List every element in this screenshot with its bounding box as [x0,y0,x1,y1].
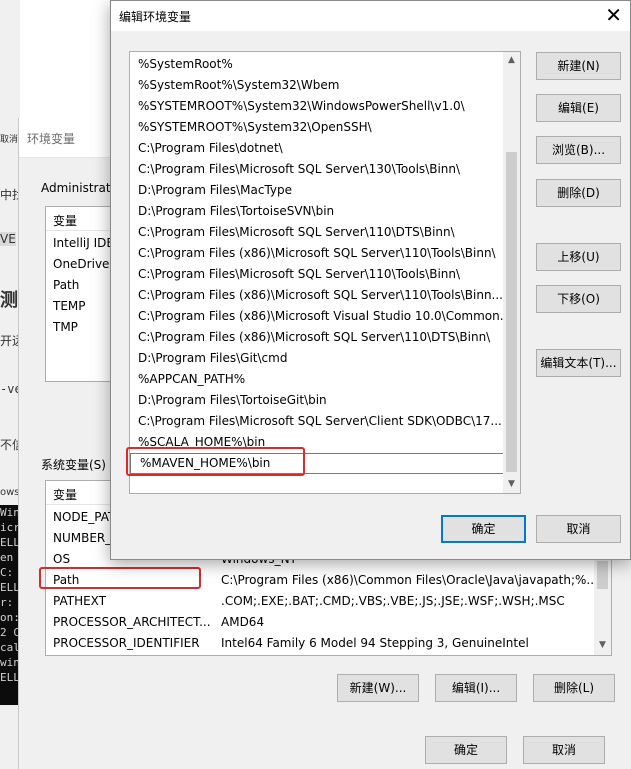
scroll-down-icon[interactable]: ▼ [503,476,520,493]
path-entries-list[interactable]: %SystemRoot% %SystemRoot%\System32\Wbem … [129,51,521,494]
path-entry[interactable]: %APPCAN_PATH% [130,369,504,390]
user-vars-list[interactable]: 变量 IntelliJ IDE OneDrive Path TEMP TMP [45,206,115,382]
console-window: Win icr ELL en C: ELL r: E on: 2 C: cal … [0,505,20,705]
user-var-name: TEMP [53,299,86,313]
edit-dialog-title: 编辑环境变量 [119,10,192,24]
path-entry[interactable]: %SYSTEMROOT%\System32\WindowsPowerShell\… [130,96,504,117]
env-dialog-title: 环境变量 [27,132,76,146]
path-entry[interactable]: %SystemRoot%\System32\Wbem [130,75,504,96]
system-new-button[interactable]: 新建(W)... [337,674,419,702]
system-var-value: AMD64 [221,615,265,629]
console-line: ELL [0,671,20,684]
system-vars-header-var: 变量 [53,488,78,502]
path-entry[interactable]: %SYSTEMROOT%\System32\OpenSSH\ [130,117,504,138]
path-entry[interactable]: C:\Program Files\dotnet\ [130,138,504,159]
edit-entry-button[interactable]: 编辑(E) [536,94,621,122]
edit-environment-variable-dialog: 编辑环境变量 ✕ %SystemRoot% %SystemRoot%\Syste… [110,0,631,560]
console-line: win [0,656,20,669]
browse-button[interactable]: 浏览(B)... [536,136,621,164]
fragment-text: 取消 [0,135,19,145]
system-var-name: PROCESSOR_IDENTIFIER [53,636,200,650]
fragment-text: VE [0,232,16,246]
path-list-scroll-thumb[interactable] [506,152,517,472]
close-icon[interactable]: ✕ [605,3,622,27]
new-entry-button[interactable]: 新建(N) [536,52,621,80]
user-var-row[interactable]: IntelliJ IDE [46,233,114,254]
path-entry[interactable]: C:\Program Files (x86)\Microsoft SQL Ser… [130,285,504,306]
env-ok-button[interactable]: 确定 [425,736,507,764]
console-line: Win [0,506,20,519]
console-line: on: [0,611,20,624]
edit-text-button[interactable]: 编辑文本(T)... [536,349,621,377]
user-var-name: OneDrive [53,257,110,271]
move-down-button[interactable]: 下移(O) [536,285,621,313]
user-var-row[interactable]: TEMP [46,296,114,317]
user-var-name: IntelliJ IDE [53,236,114,250]
path-entry[interactable]: C:\Program Files\Microsoft SQL Server\Cl… [130,411,504,432]
path-entry[interactable]: D:\Program Files\TortoiseGit\bin [130,390,504,411]
console-line: r: E [0,596,20,609]
path-entry[interactable]: C:\Program Files\Microsoft SQL Server\13… [130,159,504,180]
system-vars-scroll-thumb[interactable] [597,561,608,589]
system-var-name: PATHEXT [53,594,107,608]
system-var-row[interactable]: PATHEXT .COM;.EXE;.BAT;.CMD;.VBS;.VBE;.JS… [46,591,611,612]
fragment-text: ows [0,487,20,498]
fragment-text: 测 [0,290,18,311]
path-entry[interactable]: D:\Program Files\Git\cmd [130,348,504,369]
path-entry[interactable]: D:\Program Files\TortoiseSVN\bin [130,201,504,222]
console-line: ELL [0,581,20,594]
path-entry[interactable]: C:\Program Files\Microsoft SQL Server\11… [130,264,504,285]
system-edit-button[interactable]: 编辑(I)... [435,674,517,702]
path-entry[interactable]: C:\Program Files (x86)\Microsoft Visual … [130,306,504,327]
edit-cancel-button[interactable]: 取消 [536,515,621,543]
system-vars-section-label: 系统变量(S) [41,458,106,472]
user-vars-header[interactable]: 变量 [46,207,114,231]
env-cancel-button[interactable]: 取消 [523,736,605,764]
console-line: en [0,551,14,564]
system-var-value: .COM;.EXE;.BAT;.CMD;.VBS;.VBE;.JS;.JSE;.… [221,594,565,608]
system-delete-button[interactable]: 删除(L) [533,674,615,702]
system-var-row[interactable]: PROCESSOR_ARCHITECT... AMD64 [46,612,611,633]
edit-ok-button[interactable]: 确定 [441,515,526,543]
scroll-down-icon[interactable]: ▼ [594,637,611,654]
path-entry[interactable]: C:\Program Files\Microsoft SQL Server\11… [130,222,504,243]
console-line: icr [0,521,20,534]
delete-entry-button[interactable]: 删除(D) [536,179,621,207]
user-var-row[interactable]: OneDrive [46,254,114,275]
user-var-name: TMP [53,320,78,334]
path-entry[interactable]: C:\Program Files (x86)\Microsoft SQL Ser… [130,327,504,348]
user-var-row[interactable]: Path [46,275,114,296]
system-var-row[interactable]: PROCESSOR_IDENTIFIER Intel64 Family 6 Mod… [46,633,611,654]
path-entry[interactable]: D:\Program Files\MacType [130,180,504,201]
path-highlight-box [39,567,201,589]
maven-highlight-box [126,447,305,476]
system-var-value: C:\Program Files (x86)\Common Files\Orac… [221,573,598,587]
edit-dialog-titlebar[interactable]: 编辑环境变量 ✕ [111,1,630,31]
console-line: C: [0,566,14,579]
user-var-name: Path [53,278,80,292]
console-line: 2 C: [0,626,20,639]
path-list-scrollbar[interactable]: ▲ ▼ [503,52,520,493]
console-line: ELL [0,536,20,549]
console-line: cal [0,641,20,654]
system-var-name: PROCESSOR_ARCHITECT... [53,615,211,629]
system-var-value: Intel64 Family 6 Model 94 Stepping 3, Ge… [221,636,529,650]
user-vars-header-var: 变量 [53,214,78,228]
move-up-button[interactable]: 上移(U) [536,243,621,271]
scroll-up-icon[interactable]: ▲ [503,52,520,69]
path-entry[interactable]: C:\Program Files (x86)\Microsoft SQL Ser… [130,243,504,264]
path-entry[interactable]: %SystemRoot% [130,54,504,75]
user-var-row[interactable]: TMP [46,317,114,338]
